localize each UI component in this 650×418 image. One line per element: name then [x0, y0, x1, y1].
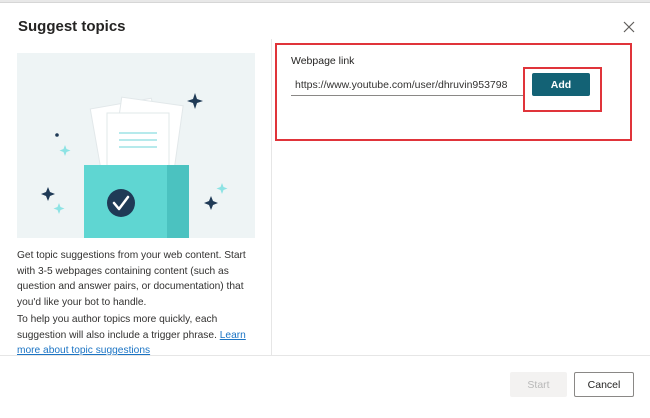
cancel-button[interactable]: Cancel: [574, 372, 634, 397]
footer-divider: [0, 355, 650, 356]
help-text-body: To help you author topics more quickly, …: [17, 314, 220, 341]
description-text: Get topic suggestions from your web cont…: [17, 250, 246, 308]
dialog-title: Suggest topics: [18, 18, 126, 35]
close-icon[interactable]: [621, 19, 637, 35]
panel-divider: [271, 39, 272, 355]
help-text: To help you author topics more quickly, …: [17, 312, 262, 359]
webpage-link-input[interactable]: [291, 74, 523, 96]
start-button[interactable]: Start: [510, 372, 567, 397]
add-button[interactable]: Add: [532, 73, 590, 96]
webpage-link-label: Webpage link: [291, 55, 355, 67]
topics-illustration: [17, 53, 255, 238]
suggest-topics-dialog: Suggest topics Get topic suggestions fro…: [0, 2, 650, 418]
